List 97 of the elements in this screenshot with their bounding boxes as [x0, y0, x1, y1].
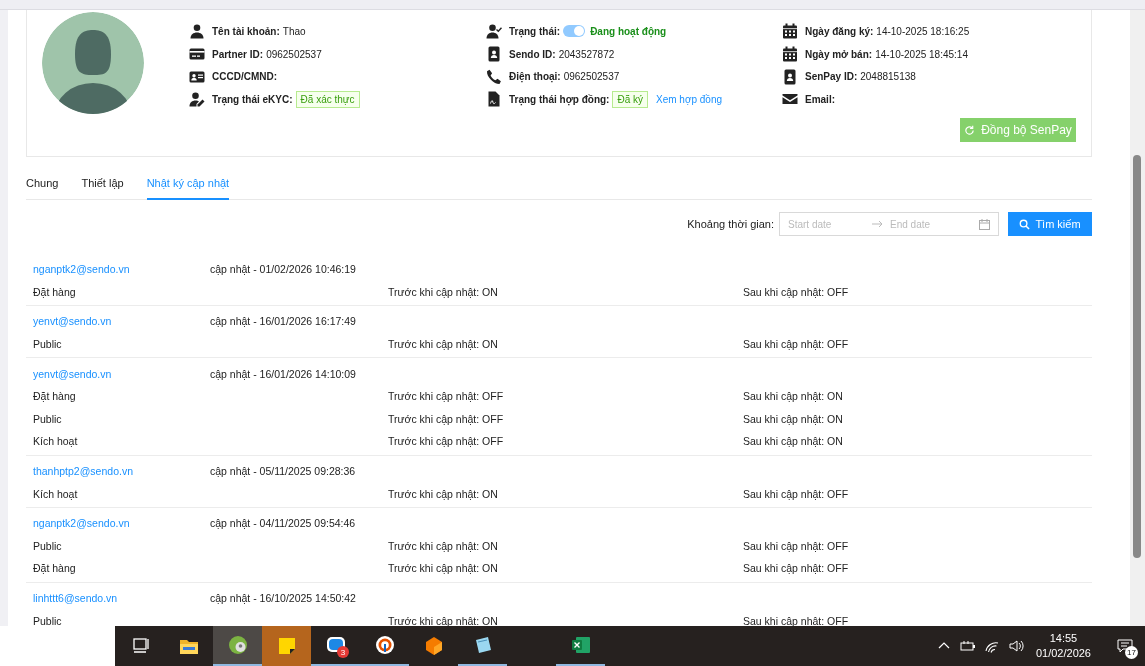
search-icon [1019, 218, 1031, 230]
phone-icon [486, 68, 502, 85]
before-value: Trước khi cập nhật: ON [388, 539, 498, 552]
setting-name: Đặt hàng [33, 562, 76, 575]
volume-icon [1007, 638, 1024, 654]
after-value: Sau khi cập nhật: OFF [743, 539, 849, 552]
update-time: cập nhật - 05/11/2025 09:28:36 [210, 465, 356, 478]
field-value: Thao [282, 25, 306, 37]
tab[interactable]: Chung [26, 172, 59, 200]
scrollbar-thumb[interactable] [1133, 155, 1141, 558]
after-value: Sau khi cập nhật: ON [743, 435, 843, 448]
contract-link[interactable]: Xem hợp đồng [656, 93, 723, 105]
field-value: 0962502537 [266, 48, 322, 60]
status-tag: Đã xác thực [295, 90, 360, 108]
field-label: Trạng thái: [509, 25, 561, 37]
status-text: Đang hoạt động [590, 25, 667, 37]
field-label: Tên tài khoản: [212, 25, 280, 37]
status-toggle[interactable] [563, 25, 586, 38]
update-time: cập nhật - 16/01/2026 16:17:49 [210, 315, 356, 328]
clock-date: 01/02/2026 [1035, 646, 1091, 661]
field-label: SenPay ID: [805, 71, 858, 83]
field-value: 14-10-2025 18:45:14 [875, 48, 968, 60]
field-label: Trạng thái hợp đồng: [509, 93, 610, 105]
user-check-icon [486, 23, 502, 40]
before-value: Trước khi cập nhật: OFF [388, 390, 504, 403]
avatar-icon [42, 12, 144, 114]
field-value: 2043527872 [558, 48, 615, 60]
field-label: Ngày đăng ký: [805, 25, 874, 37]
field-label: Email: [805, 93, 835, 105]
update-time: cập nhật - 04/11/2025 09:54:46 [210, 517, 356, 530]
setting-name: Public [33, 338, 62, 351]
before-value: Trước khi cập nhật: ON [388, 562, 498, 575]
setting-name: Public [33, 412, 62, 425]
after-value: Sau khi cập nhật: ON [743, 390, 843, 403]
status-tag: Đã ký [612, 90, 648, 108]
battery-icon [959, 638, 976, 654]
spreadsheet-icon [569, 634, 592, 656]
user-email-link[interactable]: nganptk2@sendo.vn [33, 263, 130, 276]
before-value: Trước khi cập nhật: ON [388, 338, 498, 351]
after-value: Sau khi cập nhật: OFF [743, 285, 849, 298]
sync-button[interactable]: Đồng bộ SenPay [960, 118, 1076, 142]
user-icon [189, 23, 205, 40]
field-value: 0962502537 [563, 71, 620, 83]
clock-time: 14:55 [1049, 631, 1078, 646]
after-value: Sau khi cập nhật: OFF [743, 614, 849, 626]
filter-label: Khoảng thời gian: [687, 218, 774, 230]
disc-app-icon [226, 634, 249, 656]
after-value: Sau khi cập nhật: ON [743, 412, 843, 425]
after-value: Sau khi cập nhật: OFF [743, 562, 849, 575]
field-label: Trạng thái eKYC: [212, 93, 293, 105]
before-value: Trước khi cập nhật: OFF [388, 412, 504, 425]
notification-count: 17 [1125, 646, 1138, 659]
taskbar-button[interactable] [213, 626, 262, 666]
setting-name: Kích hoạt [33, 435, 78, 448]
setting-name: Đặt hàng [33, 285, 76, 298]
taskbar-button[interactable]: 3 [311, 626, 360, 666]
user-email-link[interactable]: yenvt@sendo.vn [33, 315, 112, 328]
tab[interactable]: Thiết lập [81, 172, 124, 200]
notification-badge: 3 [337, 646, 349, 658]
date-range-field[interactable]: Start date End date [779, 212, 999, 236]
before-value: Trước khi cập nhật: OFF [388, 435, 504, 448]
badge-icon [782, 68, 798, 85]
after-value: Sau khi cập nhật: OFF [743, 338, 849, 351]
field-value: 2048815138 [860, 71, 916, 83]
tab[interactable]: Nhật ký cập nhật [146, 172, 230, 200]
setting-name: Kích hoạt [33, 487, 78, 500]
user-edit-icon [189, 91, 205, 108]
user-email-link[interactable]: linhttt6@sendo.vn [33, 592, 118, 604]
field-label: Ngày mở bán: [805, 48, 873, 60]
before-value: Trước khi cập nhật: ON [388, 614, 498, 626]
calendar-icon [979, 218, 990, 230]
update-time: cập nhật - 01/02/2026 10:46:19 [210, 263, 356, 276]
document-icon [486, 91, 502, 108]
field-label: Partner ID: [212, 48, 264, 60]
badge-icon [486, 46, 502, 63]
calendar-icon [782, 46, 798, 63]
before-value: Trước khi cập nhật: ON [388, 285, 498, 298]
update-time: cập nhật - 16/10/2025 14:50:42 [210, 592, 356, 604]
refresh-icon [964, 124, 976, 136]
credit-card-icon [189, 46, 205, 63]
update-time: cập nhật - 16/01/2026 14:10:09 [210, 367, 356, 380]
setting-name: Public [33, 614, 62, 626]
search-button[interactable]: Tìm kiếm [1008, 212, 1092, 236]
calendar-icon [782, 23, 798, 40]
user-email-link[interactable]: thanhptp2@sendo.vn [33, 465, 133, 478]
before-value: Trước khi cập nhật: ON [388, 487, 498, 500]
field-label: Điện thoại: [509, 71, 561, 83]
user-email-link[interactable]: nganptk2@sendo.vn [33, 517, 130, 530]
arrow-icon [872, 220, 884, 228]
setting-name: Public [33, 539, 62, 552]
user-email-link[interactable]: yenvt@sendo.vn [33, 367, 112, 380]
ring-app-icon [373, 634, 396, 656]
field-value: 14-10-2025 18:16:25 [876, 25, 970, 37]
setting-name: Đặt hàng [33, 390, 76, 403]
field-label: Sendo ID: [509, 48, 556, 60]
after-value: Sau khi cập nhật: OFF [743, 487, 849, 500]
field-label: CCCD/CMND: [212, 71, 277, 83]
